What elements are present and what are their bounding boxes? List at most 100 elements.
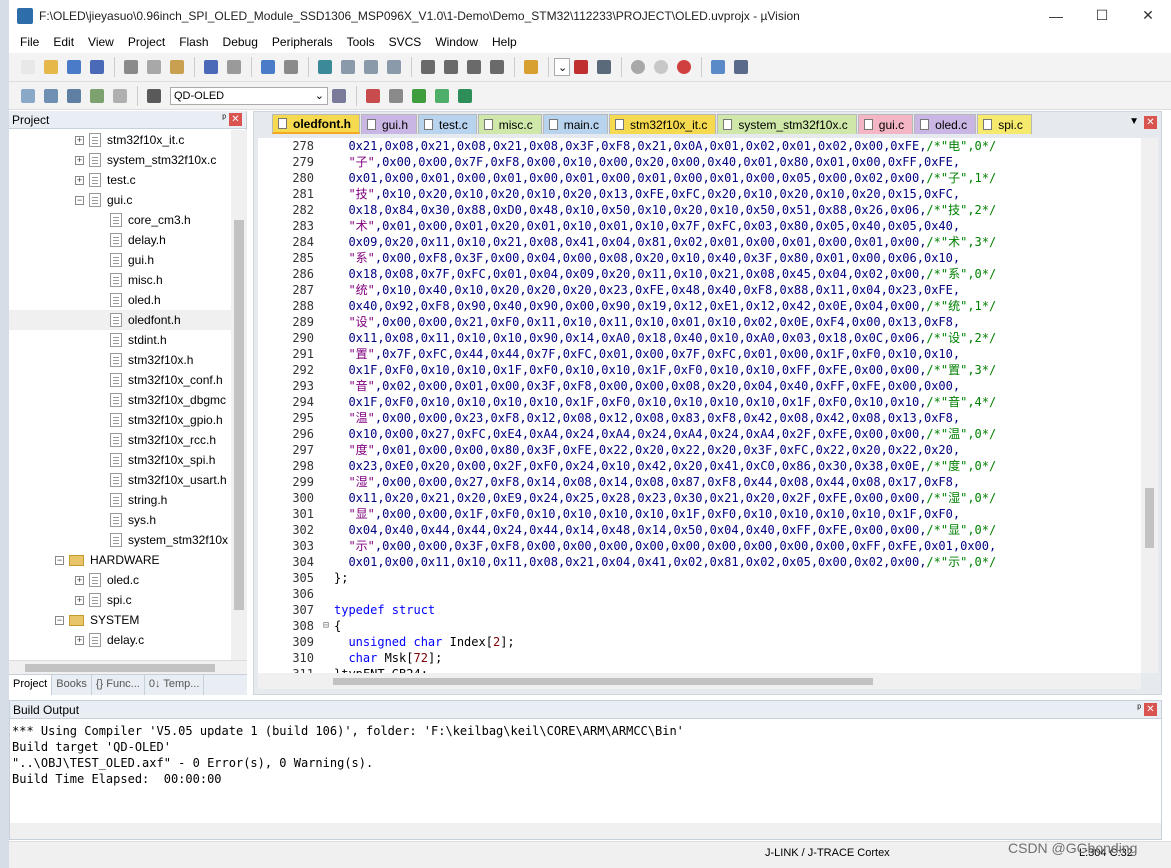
menu-tools[interactable]: Tools xyxy=(340,35,382,49)
menu-svcs[interactable]: SVCS xyxy=(382,35,429,49)
panel-tab-3[interactable]: 0↓ Temp... xyxy=(145,675,205,695)
minimize-button[interactable]: — xyxy=(1033,0,1079,31)
comment-icon[interactable] xyxy=(463,56,485,78)
menu-window[interactable]: Window xyxy=(428,35,485,49)
collapse-icon[interactable]: − xyxy=(55,615,64,625)
tree-file[interactable]: sys.h xyxy=(9,510,231,530)
file-extensions-icon[interactable] xyxy=(385,85,407,107)
expand-icon[interactable]: + xyxy=(75,135,84,145)
tree-file[interactable]: − gui.c xyxy=(9,190,231,210)
tree-file[interactable]: delay.h xyxy=(9,230,231,250)
expand-icon[interactable]: + xyxy=(75,575,84,585)
rebuild-icon[interactable] xyxy=(63,85,85,107)
editor-tab[interactable]: test.c xyxy=(418,114,477,134)
clear-bookmarks-icon[interactable] xyxy=(383,56,405,78)
tree-file[interactable]: core_cm3.h xyxy=(9,210,231,230)
tree-file[interactable]: misc.h xyxy=(9,270,231,290)
pin-icon[interactable]: ᵖ xyxy=(1137,703,1141,714)
expand-icon[interactable]: + xyxy=(75,635,84,645)
find-dropdown[interactable]: ⌄ xyxy=(554,58,570,76)
batch-build-icon[interactable] xyxy=(86,85,108,107)
panel-tab-0[interactable]: Project xyxy=(9,675,53,695)
close-icon[interactable]: ✕ xyxy=(229,113,242,126)
copy-icon[interactable] xyxy=(143,56,165,78)
debug-icon[interactable] xyxy=(593,56,615,78)
close-icon[interactable]: ✕ xyxy=(1144,703,1157,716)
menu-project[interactable]: Project xyxy=(121,35,172,49)
save-all-icon[interactable] xyxy=(86,56,108,78)
editor-tab[interactable]: gui.h xyxy=(360,114,418,134)
disable-breakpoint-icon[interactable] xyxy=(650,56,672,78)
open-icon[interactable] xyxy=(40,56,62,78)
new-file-icon[interactable] xyxy=(17,56,39,78)
tree-file[interactable]: stm32f10x_dbgmc xyxy=(9,390,231,410)
find-in-files-icon[interactable] xyxy=(520,56,542,78)
paste-icon[interactable] xyxy=(166,56,188,78)
tree-horizontal-scrollbar[interactable] xyxy=(9,660,247,674)
scrollbar-thumb[interactable] xyxy=(234,220,244,610)
menu-debug[interactable]: Debug xyxy=(216,35,265,49)
fold-toggle-icon[interactable]: ⊟ xyxy=(318,618,334,634)
menu-edit[interactable]: Edit xyxy=(46,35,81,49)
pack-installer-icon[interactable] xyxy=(408,85,430,107)
tree-file[interactable]: system_stm32f10x xyxy=(9,530,231,550)
scrollbar-thumb[interactable] xyxy=(333,678,873,685)
tree-file[interactable]: oledfont.h xyxy=(9,310,231,330)
editor-tab[interactable]: stm32f10x_it.c xyxy=(609,114,717,134)
tree-vertical-scrollbar[interactable] xyxy=(231,130,247,660)
expand-icon[interactable]: + xyxy=(75,595,84,605)
tree-file[interactable]: stm32f10x_spi.h xyxy=(9,450,231,470)
bookmark-icon[interactable] xyxy=(314,56,336,78)
close-button[interactable]: ✕ xyxy=(1125,0,1171,31)
tree-file[interactable]: + system_stm32f10x.c xyxy=(9,150,231,170)
scrollbar-thumb[interactable] xyxy=(25,664,215,672)
menu-flash[interactable]: Flash xyxy=(172,35,215,49)
menu-peripherals[interactable]: Peripherals xyxy=(265,35,340,49)
build-icon[interactable] xyxy=(40,85,62,107)
code-vertical-scrollbar[interactable] xyxy=(1141,138,1158,673)
tree-file[interactable]: gui.h xyxy=(9,250,231,270)
kill-breakpoints-icon[interactable] xyxy=(673,56,695,78)
editor-tab[interactable]: system_stm32f10x.c xyxy=(717,114,857,134)
back-icon[interactable] xyxy=(257,56,279,78)
build-horizontal-scrollbar[interactable] xyxy=(10,823,1161,839)
panel-tab-1[interactable]: Books xyxy=(52,675,92,695)
search-icon[interactable] xyxy=(570,56,592,78)
menu-view[interactable]: View xyxy=(81,35,121,49)
tree-file[interactable]: stm32f10x.h xyxy=(9,350,231,370)
tree-file[interactable]: + test.c xyxy=(9,170,231,190)
target-select[interactable]: QD-OLED ⌄ xyxy=(170,86,328,105)
editor-tab[interactable]: gui.c xyxy=(857,114,914,134)
configure-icon[interactable] xyxy=(730,56,752,78)
tree-file[interactable]: stm32f10x_usart.h xyxy=(9,470,231,490)
editor-tab[interactable]: oledfont.h xyxy=(272,114,360,134)
expand-icon[interactable]: + xyxy=(75,155,84,165)
collapse-icon[interactable]: − xyxy=(55,555,64,565)
tree-file[interactable]: stdint.h xyxy=(9,330,231,350)
editor-tab[interactable]: main.c xyxy=(542,114,609,134)
translate-icon[interactable] xyxy=(17,85,39,107)
tree-file[interactable]: string.h xyxy=(9,490,231,510)
panel-tab-2[interactable]: {} Func... xyxy=(92,675,145,695)
pin-icon[interactable]: ᵖ xyxy=(222,113,226,124)
next-bookmark-icon[interactable] xyxy=(360,56,382,78)
tree-folder[interactable]: − SYSTEM xyxy=(9,610,231,630)
editor-tab[interactable]: spi.c xyxy=(977,114,1032,134)
collapse-icon[interactable]: − xyxy=(75,195,84,205)
editor-tab[interactable]: oled.c xyxy=(914,114,977,134)
menu-help[interactable]: Help xyxy=(485,35,524,49)
tree-file[interactable]: stm32f10x_gpio.h xyxy=(9,410,231,430)
save-icon[interactable] xyxy=(63,56,85,78)
breakpoint-icon[interactable] xyxy=(627,56,649,78)
forward-icon[interactable] xyxy=(280,56,302,78)
uncomment-icon[interactable] xyxy=(486,56,508,78)
editor-tab[interactable]: misc.c xyxy=(477,114,542,134)
tree-file[interactable]: + oled.c xyxy=(9,570,231,590)
tree-folder[interactable]: − HARDWARE xyxy=(9,550,231,570)
expand-icon[interactable]: + xyxy=(75,175,84,185)
close-tab-icon[interactable]: ✕ xyxy=(1144,116,1157,129)
undo-icon[interactable] xyxy=(200,56,222,78)
tree-file[interactable]: + stm32f10x_it.c xyxy=(9,130,231,150)
manage-components-icon[interactable] xyxy=(362,85,384,107)
tree-file[interactable]: oled.h xyxy=(9,290,231,310)
